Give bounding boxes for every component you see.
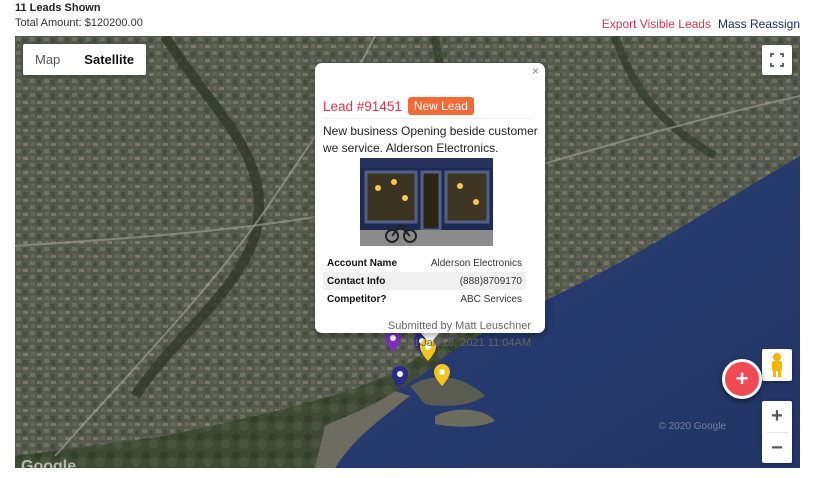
street-view-button[interactable] [762,349,792,381]
details-value: Alderson Electronics [430,257,522,269]
export-visible-leads-link[interactable]: Export Visible Leads [602,17,711,31]
satellite-view-button[interactable]: Satellite [72,44,146,75]
details-row: Account Name Alderson Electronics [323,254,526,272]
header-actions: Export Visible Leads Mass Reassign [602,17,800,31]
close-icon[interactable]: × [528,63,543,79]
lead-details-table: Account Name Alderson Electronics Contac… [323,254,526,308]
details-row: Contact Info (888)8709170 [323,272,526,290]
satellite-map[interactable]: Map Satellite + − + © 2020 Google Google [15,36,800,468]
fullscreen-button[interactable] [762,45,792,75]
submitted-at: at Jan 18, 2021 11:04AM [408,337,531,349]
leads-count: 11 Leads Shown [15,2,101,14]
zoom-control: + − [762,401,792,463]
details-label: Competitor? [327,293,387,305]
fullscreen-icon [770,53,784,67]
leads-header: 11 Leads Shown Total Amount: $120200.00 … [0,0,814,36]
total-amount: Total Amount: $120200.00 [15,17,143,29]
add-lead-button[interactable]: + [722,359,762,399]
lead-info-popup: × Lead #91451 New Lead New business Open… [315,63,545,349]
details-label: Account Name [327,257,398,269]
google-logo: Google [21,458,77,468]
submitted-by: Submitted by Matt Leuschner [387,320,531,332]
lead-description: New business Opening beside customer we … [323,124,538,155]
lead-id[interactable]: Lead #91451 [323,99,402,114]
zoom-out-button[interactable]: − [762,433,792,463]
title-divider [323,118,531,119]
map-pin-icon[interactable] [434,364,450,386]
map-type-control: Map Satellite [23,44,147,75]
details-value: ABC Services [460,293,522,305]
new-lead-badge: New Lead [407,97,474,115]
storefront-photo[interactable] [360,158,493,246]
mass-reassign-link[interactable]: Mass Reassign [718,17,800,31]
details-row: Competitor? ABC Services [323,290,526,308]
details-value: (888)8709170 [459,275,522,287]
zoom-in-button[interactable]: + [762,401,792,432]
details-label: Contact Info [327,275,386,287]
map-copyright: © 2020 Google [658,421,726,432]
lead-title-row: Lead #91451 New Lead [323,97,474,115]
map-view-button[interactable]: Map [23,44,72,75]
submission-info: Submitted by Matt Leuschner at Jan 18, 2… [388,318,531,352]
map-pin-icon[interactable] [392,366,408,388]
pegman-icon [772,353,782,377]
footer-strip [0,468,814,478]
